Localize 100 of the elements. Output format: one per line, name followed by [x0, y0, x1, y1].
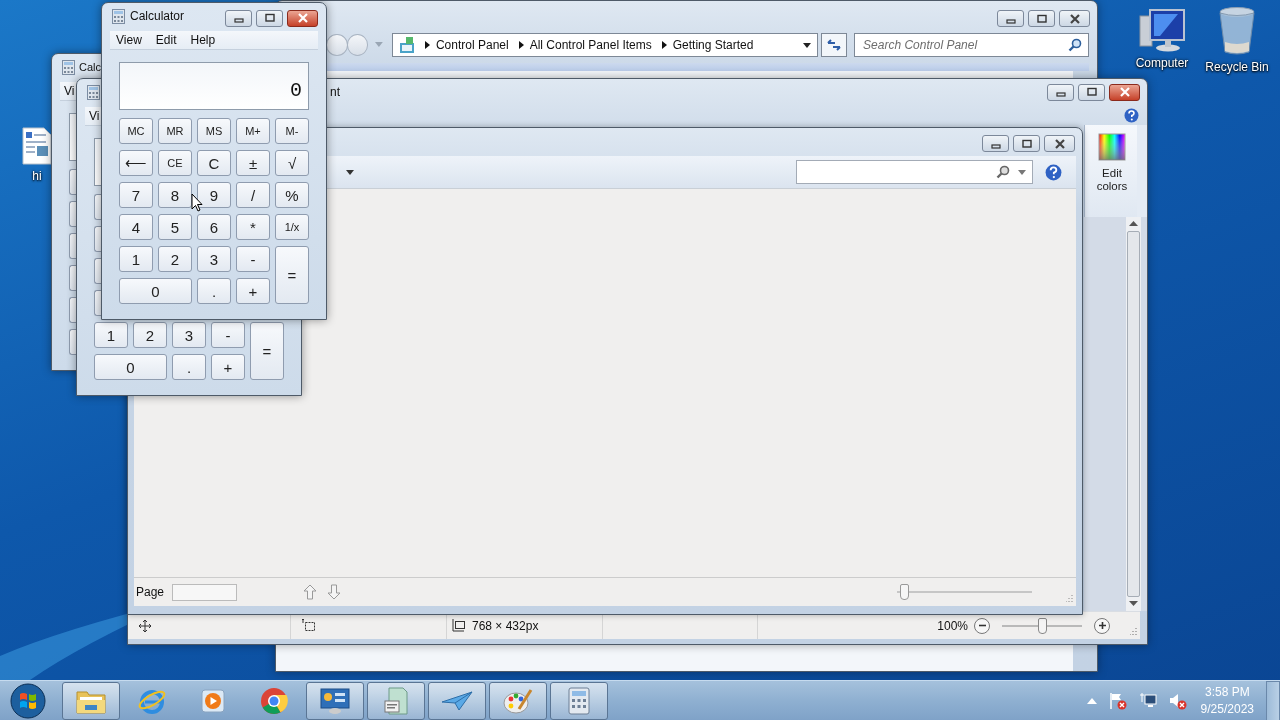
page-field[interactable] — [172, 583, 238, 601]
desktop-icon-label[interactable]: hi — [32, 169, 42, 183]
calculator-key[interactable]: √ — [275, 150, 309, 176]
calculator-key[interactable] — [94, 226, 101, 252]
menu-item[interactable]: Vi — [60, 84, 75, 98]
calculator-key[interactable]: 8 — [158, 182, 192, 208]
calculator-key[interactable] — [69, 329, 76, 355]
down-arrow-icon[interactable] — [327, 584, 342, 600]
calculator-key[interactable]: 1 — [119, 246, 153, 272]
calculator-key[interactable]: M- — [275, 118, 309, 144]
show-hidden-icons-icon[interactable] — [1086, 697, 1097, 704]
maximize-button[interactable] — [256, 9, 283, 27]
breadcrumb-arrow-icon[interactable] — [661, 41, 667, 49]
calculator-key[interactable]: + — [211, 354, 245, 380]
calculator-key[interactable] — [69, 297, 76, 323]
dropdown-arrow-icon[interactable] — [346, 169, 354, 175]
calculator-key[interactable]: ⟵ — [119, 150, 153, 176]
menu-item[interactable]: Vi — [85, 109, 100, 123]
calculator-key[interactable]: / — [236, 182, 270, 208]
help-icon[interactable] — [1124, 107, 1139, 123]
close-button[interactable] — [1109, 83, 1140, 101]
maximize-button[interactable] — [1078, 83, 1105, 101]
network-icon[interactable] — [1138, 691, 1157, 710]
calculator-key[interactable]: 3 — [197, 246, 231, 272]
calculator-key[interactable]: 5 — [158, 214, 192, 240]
calculator-key[interactable] — [69, 201, 76, 227]
breadcrumb-arrow-icon[interactable] — [424, 41, 430, 49]
taskbar-button[interactable] — [306, 681, 364, 720]
menu-item[interactable]: Help — [184, 33, 224, 47]
up-arrow-icon[interactable] — [303, 584, 318, 600]
breadcrumb[interactable]: Getting Started — [672, 38, 754, 52]
scroll-down-icon[interactable] — [1129, 601, 1138, 607]
calculator-key[interactable] — [69, 233, 76, 259]
calculator-key[interactable] — [69, 169, 76, 195]
calculator-key[interactable]: = — [250, 322, 284, 380]
minimize-button[interactable] — [225, 9, 252, 27]
calculator-key[interactable]: 6 — [197, 214, 231, 240]
resize-grip-icon[interactable] — [1066, 594, 1074, 602]
calculator-key[interactable]: 2 — [133, 322, 167, 348]
refresh-button[interactable] — [820, 33, 848, 57]
calculator-key[interactable] — [94, 194, 101, 220]
close-button[interactable] — [1044, 135, 1075, 152]
calculator-key[interactable]: * — [236, 214, 270, 240]
resize-grip-icon[interactable] — [1130, 626, 1138, 635]
close-button[interactable] — [287, 9, 318, 27]
edit-colors-button[interactable]: Edit colors — [1091, 125, 1133, 217]
flag-icon[interactable] — [1108, 691, 1127, 710]
scroll-thumb[interactable] — [1127, 231, 1140, 597]
minimize-button[interactable] — [1047, 83, 1074, 101]
document-icon[interactable] — [22, 127, 52, 165]
calculator-key[interactable]: % — [275, 182, 309, 208]
speaker-icon[interactable] — [1168, 691, 1187, 710]
calculator-key[interactable]: - — [236, 246, 270, 272]
calculator-key[interactable]: + — [236, 278, 270, 304]
calculator-key[interactable]: MR — [158, 118, 192, 144]
menu-item[interactable]: View — [110, 33, 150, 47]
show-desktop-button[interactable] — [1266, 680, 1280, 720]
calculator-key[interactable]: 4 — [119, 214, 153, 240]
zoom-in-button[interactable] — [1094, 617, 1110, 634]
search-input[interactable]: Search Control Panel — [861, 37, 1068, 53]
taskbar-button[interactable] — [489, 681, 547, 720]
calculator-key[interactable]: 2 — [158, 246, 192, 272]
taskbar-button[interactable] — [367, 681, 425, 720]
calculator-key[interactable]: = — [275, 246, 309, 304]
taskbar-button[interactable] — [550, 681, 608, 720]
taskbar-button[interactable] — [62, 681, 120, 720]
calculator-key[interactable]: 9 — [197, 182, 231, 208]
calculator-key[interactable]: . — [172, 354, 206, 380]
calculator-key[interactable]: 7 — [119, 182, 153, 208]
maximize-button[interactable] — [1013, 135, 1040, 152]
calculator-key[interactable]: ± — [236, 150, 270, 176]
search-icon[interactable] — [996, 165, 1010, 179]
dropdown-arrow-icon[interactable] — [802, 42, 811, 48]
maximize-button[interactable] — [1028, 10, 1055, 27]
calculator-key[interactable]: 1 — [94, 322, 128, 348]
scrollbar[interactable] — [1126, 217, 1141, 611]
scroll-up-icon[interactable] — [1129, 221, 1138, 227]
menu-item[interactable]: Edit — [149, 33, 185, 47]
calculator-key[interactable]: MS — [197, 118, 231, 144]
calculator-key[interactable]: 1/x — [275, 214, 309, 240]
calculator-key[interactable]: 3 — [172, 322, 206, 348]
breadcrumb[interactable]: All Control Panel Items — [529, 38, 652, 52]
calculator-key[interactable]: . — [197, 278, 231, 304]
back-button[interactable] — [326, 34, 348, 56]
breadcrumb-arrow-icon[interactable] — [518, 41, 524, 49]
zoom-out-button[interactable] — [974, 617, 990, 634]
desktop-icon-label[interactable]: Recycle Bin — [1205, 60, 1269, 74]
calculator-key[interactable] — [94, 290, 101, 316]
calculator-key[interactable]: M+ — [236, 118, 270, 144]
breadcrumb[interactable]: Control Panel — [435, 38, 509, 52]
help-icon[interactable] — [1045, 163, 1062, 181]
calculator-key[interactable]: C — [197, 150, 231, 176]
minimize-button[interactable] — [982, 135, 1009, 152]
search-field[interactable]: Search Control Panel — [854, 33, 1089, 57]
computer-icon[interactable] — [1138, 8, 1186, 52]
taskbar-button[interactable] — [428, 681, 486, 720]
calculator-key[interactable]: MC — [119, 118, 153, 144]
search-field[interactable] — [796, 160, 1033, 184]
address-bar[interactable]: Control Panel All Control Panel Items Getting Started — [391, 33, 818, 57]
calculator-key[interactable]: CE — [158, 150, 192, 176]
